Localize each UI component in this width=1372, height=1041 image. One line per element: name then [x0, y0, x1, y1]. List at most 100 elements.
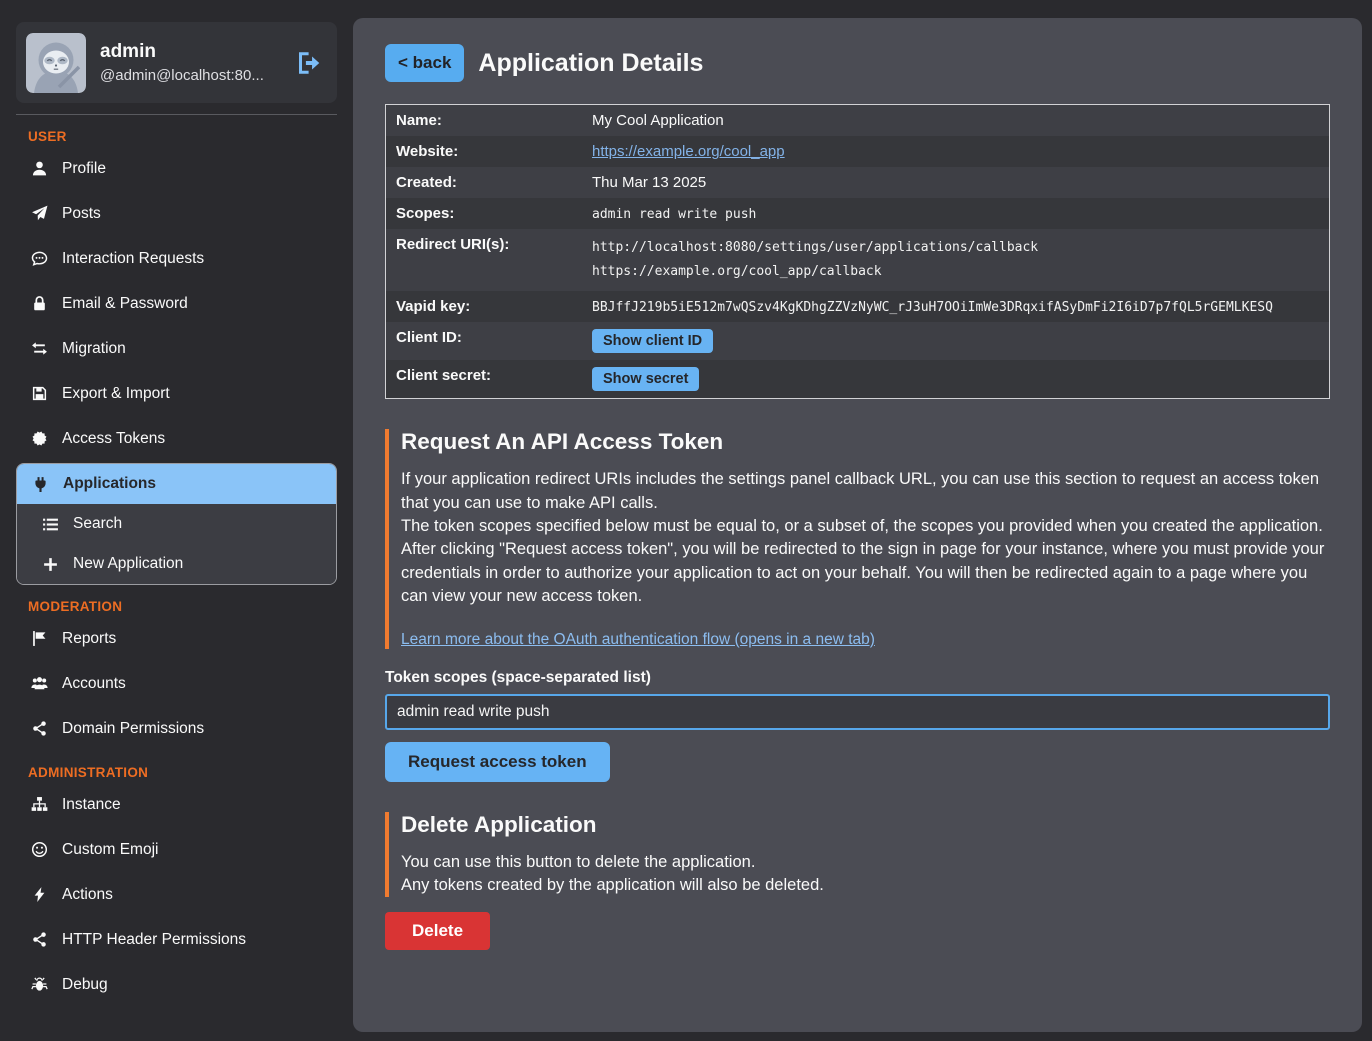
token-scopes-input[interactable]	[385, 694, 1330, 730]
show-client-id-button[interactable]: Show client ID	[592, 329, 713, 353]
row-label: Created:	[386, 167, 583, 198]
sidebar-item-label: Reports	[62, 630, 116, 648]
table-row-name: Name:My Cool Application	[386, 105, 1330, 137]
page-title: Application Details	[478, 49, 703, 78]
settings-app: admin @admin@localhost:80... USER Profile…	[0, 0, 1372, 1041]
sidebar-item-export-import[interactable]: Export & Import	[16, 371, 337, 416]
oauth-docs-link[interactable]: Learn more about the OAuth authenticatio…	[401, 631, 875, 648]
row-label: Redirect URI(s):	[386, 229, 583, 291]
row-value: Show secret	[582, 360, 1330, 399]
row-value: admin read write push	[582, 198, 1330, 229]
sidebar-item-accounts[interactable]: Accounts	[16, 661, 337, 706]
sidebar-item-http-header-permissions[interactable]: HTTP Header Permissions	[16, 917, 337, 962]
arrows-left-right-icon	[30, 340, 49, 357]
row-label: Client secret:	[386, 360, 583, 399]
delete-section-text: You can use this button to delete the ap…	[401, 851, 1330, 898]
lock-icon	[30, 295, 49, 312]
smiley-icon	[30, 841, 49, 858]
username: admin	[100, 41, 281, 63]
sidebar-item-label: Custom Emoji	[62, 841, 158, 859]
sidebar-item-posts[interactable]: Posts	[16, 191, 337, 236]
sign-out-icon[interactable]	[295, 51, 321, 75]
sidebar-nav: USER Profile Posts Interaction Requests Emai…	[16, 129, 337, 1007]
row-label: Vapid key:	[386, 291, 583, 322]
sidebar-item-migration[interactable]: Migration	[16, 326, 337, 371]
table-row-vapid-key: Vapid key:BBJffJ219b5iE512m7wQSzv4KgKDhg…	[386, 291, 1330, 322]
users-icon	[30, 675, 49, 692]
sidebar-item-label: Search	[73, 515, 122, 533]
back-button[interactable]: < back	[385, 44, 464, 82]
page-header: < back Application Details	[385, 44, 1330, 82]
bug-icon	[30, 976, 49, 993]
user-handle: @admin@localhost:80...	[100, 67, 281, 84]
sidebar-item-label: Email & Password	[62, 295, 188, 313]
paper-plane-icon	[30, 205, 49, 222]
table-row-client-id: Client ID: Show client ID	[386, 322, 1330, 360]
nav-section-header-user: USER	[16, 129, 337, 144]
sidebar-item-profile[interactable]: Profile	[16, 146, 337, 191]
row-value: Thu Mar 13 2025	[582, 167, 1330, 198]
sidebar-item-label: Instance	[62, 796, 121, 814]
sidebar-item-actions[interactable]: Actions	[16, 872, 337, 917]
paragraph: Any tokens created by the application wi…	[401, 874, 1330, 897]
paragraph: You can use this button to delete the ap…	[401, 851, 1330, 874]
token-scopes-label: Token scopes (space-separated list)	[385, 669, 1330, 687]
sidebar-item-label: Domain Permissions	[62, 720, 204, 738]
sidebar-item-label: HTTP Header Permissions	[62, 931, 246, 949]
table-row-created: Created:Thu Mar 13 2025	[386, 167, 1330, 198]
sloth-avatar	[26, 33, 86, 93]
nav-section-header-administration: ADMINISTRATION	[16, 765, 337, 780]
plug-icon	[31, 476, 50, 493]
sidebar-item-label: Export & Import	[62, 385, 170, 403]
sidebar-item-label: Migration	[62, 340, 126, 358]
row-label: Scopes:	[386, 198, 583, 229]
paragraph: If your application redirect URIs includ…	[401, 468, 1330, 515]
share-nodes-icon	[30, 720, 49, 737]
token-section-heading: Request An API Access Token	[401, 429, 1330, 455]
sidebar: admin @admin@localhost:80... USER Profile…	[0, 0, 353, 1041]
sidebar-item-access-tokens[interactable]: Access Tokens	[16, 416, 337, 461]
plus-icon	[41, 556, 60, 573]
sidebar-item-email-password[interactable]: Email & Password	[16, 281, 337, 326]
user-card[interactable]: admin @admin@localhost:80...	[16, 22, 337, 103]
comment-dots-icon	[30, 250, 49, 267]
user-icon	[30, 160, 49, 177]
sidebar-item-instance[interactable]: Instance	[16, 782, 337, 827]
table-row-website: Website:https://example.org/cool_app	[386, 136, 1330, 167]
row-value: http://localhost:8080/settings/user/appl…	[582, 229, 1330, 291]
row-value: Show client ID	[582, 322, 1330, 360]
delete-button[interactable]: Delete	[385, 912, 490, 950]
sidebar-item-search[interactable]: Search	[17, 504, 336, 544]
sidebar-item-label: Profile	[62, 160, 106, 178]
sidebar-item-new-application[interactable]: New Application	[17, 544, 336, 584]
sidebar-item-interaction-requests[interactable]: Interaction Requests	[16, 236, 337, 281]
sidebar-item-label: Interaction Requests	[62, 250, 204, 268]
nav-group-applications: Applications Search New Application	[16, 463, 337, 585]
sidebar-item-label: Actions	[62, 886, 113, 904]
sitemap-icon	[30, 796, 49, 813]
request-access-token-button[interactable]: Request access token	[385, 742, 610, 782]
website-link[interactable]: https://example.org/cool_app	[592, 143, 785, 160]
sidebar-item-domain-permissions[interactable]: Domain Permissions	[16, 706, 337, 751]
sidebar-item-applications[interactable]: Applications	[17, 464, 336, 504]
share-nodes-icon	[30, 931, 49, 948]
sidebar-item-label: Access Tokens	[62, 430, 165, 448]
user-meta: admin @admin@localhost:80...	[100, 41, 281, 84]
token-form: Token scopes (space-separated list) Requ…	[385, 669, 1330, 782]
sidebar-divider	[16, 114, 337, 115]
oauth-link-row: Learn more about the OAuth authenticatio…	[401, 631, 1330, 649]
application-details-table: Name:My Cool ApplicationWebsite:https://…	[385, 104, 1330, 399]
main-panel: < back Application Details Name:My Cool …	[353, 18, 1362, 1032]
sidebar-item-custom-emoji[interactable]: Custom Emoji	[16, 827, 337, 872]
sidebar-item-debug[interactable]: Debug	[16, 962, 337, 1007]
list-icon	[41, 516, 60, 533]
show-secret-button[interactable]: Show secret	[592, 367, 699, 391]
sidebar-item-label: Posts	[62, 205, 101, 223]
row-label: Client ID:	[386, 322, 583, 360]
row-value: https://example.org/cool_app	[582, 136, 1330, 167]
floppy-disk-icon	[30, 385, 49, 402]
sidebar-item-reports[interactable]: Reports	[16, 616, 337, 661]
paragraph: After clicking "Request access token", y…	[401, 538, 1330, 608]
row-value: My Cool Application	[582, 105, 1330, 137]
token-section-text: If your application redirect URIs includ…	[401, 468, 1330, 609]
